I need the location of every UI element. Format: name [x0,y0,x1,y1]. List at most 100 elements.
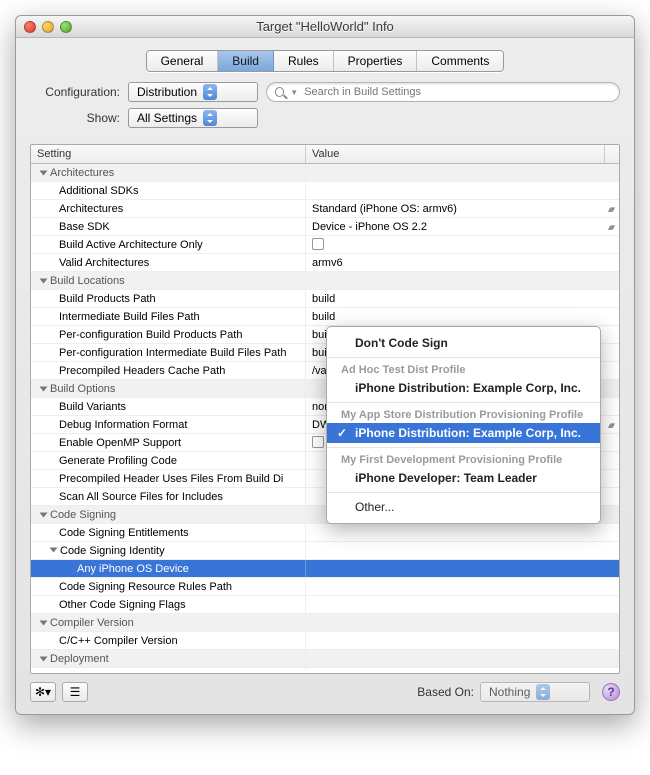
popup-dont-sign[interactable]: Don't Code Sign [327,333,600,353]
setting-row[interactable]: Intermediate Build Files Pathbuild [31,308,619,326]
group-name: Architectures [50,164,114,181]
tab-rules[interactable]: Rules [274,51,334,71]
setting-row[interactable]: Base SDKDevice - iPhone OS 2.2▴▾ [31,218,619,236]
setting-value[interactable] [306,236,619,253]
setting-name: Build Products Path [31,290,306,307]
help-button[interactable]: ? [602,683,620,701]
setting-name: Base SDK [31,218,306,235]
stepper-icon[interactable]: ▴▾ [608,200,613,217]
popup-dev-item[interactable]: iPhone Developer: Team Leader [327,468,600,488]
configuration-label: Configuration: [30,85,120,99]
setting-value[interactable] [306,182,619,199]
setting-value[interactable] [306,524,619,541]
window-title: Target "HelloWorld" Info [16,19,634,34]
setting-value[interactable]: Standard (iPhone OS: armv6)▴▾ [306,200,619,217]
setting-row[interactable]: Code Signing Entitlements [31,524,619,542]
setting-value[interactable] [306,560,619,577]
setting-name: Intermediate Build Files Path [31,308,306,325]
tab-comments[interactable]: Comments [417,51,503,71]
setting-row[interactable]: Build Products Pathbuild [31,290,619,308]
setting-name: Code Signing Identity [31,542,306,559]
disclosure-icon [40,620,48,625]
disclosure-icon [50,548,58,553]
popup-group-header: Ad Hoc Test Dist Profile [327,362,600,378]
chevron-down-icon[interactable]: ▼ [290,88,298,97]
stepper-icon[interactable]: ▴▾ [608,416,613,433]
check-icon: ✓ [337,426,347,440]
setting-row[interactable]: C/C++ Compiler Version [31,632,619,650]
search-input[interactable] [304,86,611,98]
traffic-lights [24,21,72,33]
stepper-icon[interactable]: ▴▾ [608,218,613,235]
group-name: Build Locations [50,272,125,289]
popup-appstore-item[interactable]: ✓iPhone Distribution: Example Corp, Inc. [327,423,600,443]
setting-name: Debug Information Format [31,416,306,433]
tab-general[interactable]: General [147,51,219,71]
setting-row[interactable]: Build Active Architecture Only [31,236,619,254]
setting-value[interactable] [306,542,619,559]
popup-separator [327,492,600,493]
tab-build[interactable]: Build [218,51,274,71]
column-value[interactable]: Value [306,145,605,163]
based-on-label: Based On: [417,685,474,699]
show-value: All Settings [137,111,197,125]
based-on-select[interactable]: Nothing [480,682,590,702]
group-name: Build Options [50,380,115,397]
setting-value[interactable] [306,578,619,595]
footer: ✻▾ ☰ Based On: Nothing ? [16,674,634,714]
setting-name: Code Signing Resource Rules Path [31,578,306,595]
code-sign-popup[interactable]: Don't Code Sign Ad Hoc Test Dist Profile… [326,326,601,524]
search-icon [275,87,284,97]
popup-adhoc-item[interactable]: iPhone Distribution: Example Corp, Inc. [327,378,600,398]
setting-row[interactable]: Any iPhone OS Device [31,560,619,578]
gear-menu-button[interactable]: ✻▾ [30,682,56,702]
group-row[interactable]: Deployment [31,650,619,668]
configuration-value: Distribution [137,85,197,99]
popup-separator [327,447,600,448]
zoom-icon[interactable] [60,21,72,33]
disclosure-icon [40,512,48,517]
show-select[interactable]: All Settings [128,108,258,128]
setting-name: Valid Architectures [31,254,306,271]
checkbox[interactable] [312,436,324,448]
disclosure-icon [40,386,48,391]
close-icon[interactable] [24,21,36,33]
tab-properties[interactable]: Properties [334,51,418,71]
titlebar[interactable]: Target "HelloWorld" Info [16,16,634,38]
group-name: Deployment [50,650,109,667]
disclosure-icon [40,656,48,661]
setting-name: C/C++ Compiler Version [31,632,306,649]
setting-row[interactable]: Code Signing Identity [31,542,619,560]
setting-value[interactable]: build [306,308,619,325]
setting-row[interactable]: Additional SDKs [31,182,619,200]
setting-value[interactable] [306,632,619,649]
group-row[interactable]: Architectures [31,164,619,182]
setting-row[interactable]: Additional Strip Flags [31,668,619,670]
minimize-icon[interactable] [42,21,54,33]
setting-row[interactable]: Other Code Signing Flags [31,596,619,614]
setting-name: Enable OpenMP Support [31,434,306,451]
setting-row[interactable]: Valid Architecturesarmv6 [31,254,619,272]
setting-value[interactable] [306,668,619,670]
setting-row[interactable]: ArchitecturesStandard (iPhone OS: armv6)… [31,200,619,218]
list-view-button[interactable]: ☰ [62,682,88,702]
setting-row[interactable]: Code Signing Resource Rules Path [31,578,619,596]
setting-name: Code Signing Entitlements [31,524,306,541]
setting-name: Per-configuration Build Products Path [31,326,306,343]
configuration-select[interactable]: Distribution [128,82,258,102]
group-row[interactable]: Compiler Version [31,614,619,632]
popup-separator [327,357,600,358]
popup-group-header: My First Development Provisioning Profil… [327,452,600,468]
search-field[interactable]: ▼ [266,82,620,102]
setting-value[interactable]: build [306,290,619,307]
show-label: Show: [30,111,120,125]
based-on-value: Nothing [489,685,530,699]
column-setting[interactable]: Setting [31,145,306,163]
setting-value[interactable] [306,596,619,613]
checkbox[interactable] [312,238,324,250]
setting-value[interactable]: armv6 [306,254,619,271]
group-row[interactable]: Build Locations [31,272,619,290]
setting-value[interactable]: Device - iPhone OS 2.2▴▾ [306,218,619,235]
popup-other[interactable]: Other... [327,497,600,517]
setting-name: Precompiled Header Uses Files From Build… [31,470,306,487]
